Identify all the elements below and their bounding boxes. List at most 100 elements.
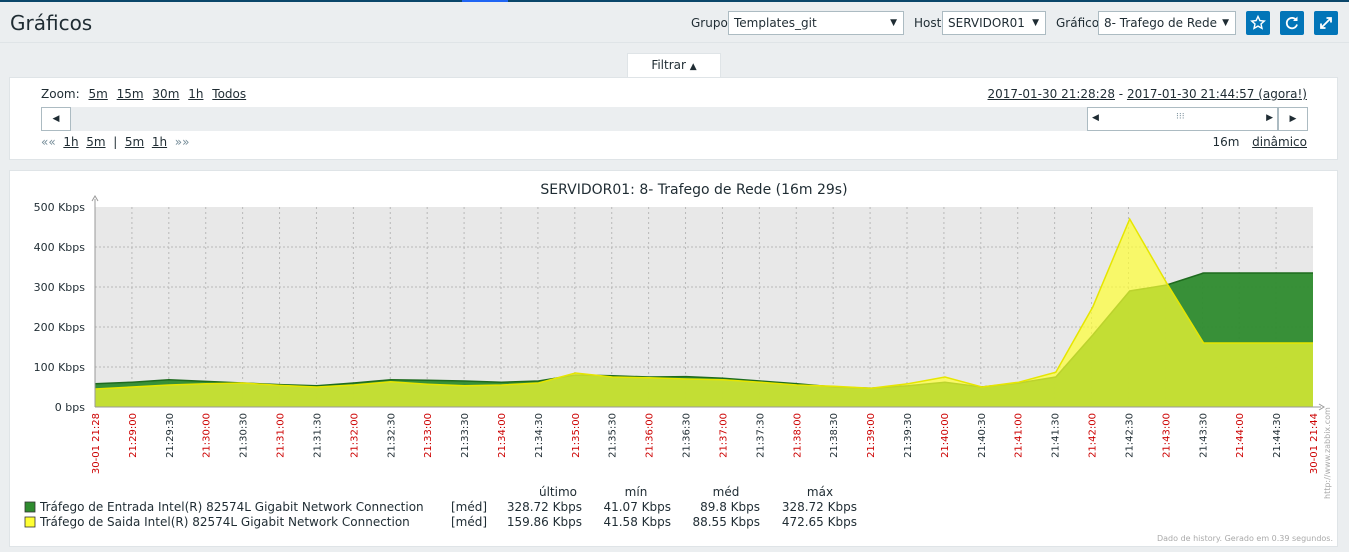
x-tick-label: 21:40:00 bbox=[940, 413, 951, 458]
grip-icon: ⁝⁝⁝ bbox=[1176, 112, 1185, 122]
x-tick-label: 30-01 21:28 bbox=[91, 413, 102, 474]
dynamic-link[interactable]: dinâmico bbox=[1252, 135, 1307, 149]
x-tick-label: 21:35:30 bbox=[608, 413, 619, 458]
nav-back-1h-link[interactable]: 1h bbox=[63, 135, 78, 149]
grupo-label: Grupo bbox=[691, 16, 728, 30]
scroll-right-button[interactable]: ▶ bbox=[1278, 107, 1308, 131]
x-tick-label: 21:43:00 bbox=[1161, 413, 1172, 458]
legend-value: 88.55 Kbps bbox=[692, 515, 760, 529]
nav-forward-1h-link[interactable]: 1h bbox=[152, 135, 167, 149]
page-title: Gráficos bbox=[10, 11, 93, 35]
zoom-label: Zoom: bbox=[41, 87, 80, 101]
header-divider bbox=[0, 42, 1349, 43]
grafico-select-value: 8- Trafego de Rede bbox=[1104, 16, 1218, 30]
y-tick-label: 300 Kbps bbox=[34, 281, 86, 294]
graph-panel: SERVIDOR01: 8- Trafego de Rede (16m 29s)… bbox=[9, 170, 1338, 547]
filter-tab-label: Filtrar bbox=[651, 58, 686, 72]
legend-header: máx bbox=[807, 485, 833, 499]
x-tick-label: 21:35:00 bbox=[571, 413, 582, 458]
x-tick-label: 21:32:30 bbox=[386, 413, 397, 458]
x-tick-label: 21:44:00 bbox=[1235, 413, 1246, 458]
x-tick-label: 21:37:00 bbox=[718, 413, 729, 458]
x-tick-label: 21:33:30 bbox=[460, 413, 471, 458]
legend-value: 328.72 Kbps bbox=[507, 500, 582, 514]
host-select[interactable]: SERVIDOR01 ▼ bbox=[942, 11, 1046, 35]
period-scrollbar[interactable]: ◀ ◀ ⁝⁝⁝ ▶ ▶ bbox=[41, 107, 1308, 131]
x-tick-label: 21:34:00 bbox=[497, 413, 508, 458]
thumb-left-handle-icon[interactable]: ◀ bbox=[1092, 113, 1099, 123]
grupo-select-value: Templates_git bbox=[734, 16, 817, 30]
filter-panel: Zoom: 5m 15m 30m 1h Todos 2017-01-30 21:… bbox=[9, 77, 1338, 160]
nav-forward-far[interactable]: »» bbox=[175, 135, 190, 149]
period-nav-row: «« 1h 5m | 5m 1h »» bbox=[41, 135, 189, 149]
x-tick-label: 21:43:30 bbox=[1198, 413, 1209, 458]
favourite-button[interactable] bbox=[1246, 11, 1270, 35]
fullscreen-button[interactable] bbox=[1314, 11, 1338, 35]
chevron-down-icon: ▼ bbox=[1032, 18, 1039, 28]
x-tick-label: 30-01 21:44 bbox=[1309, 413, 1320, 474]
x-tick-label: 21:36:00 bbox=[645, 413, 656, 458]
caret-up-icon: ▲ bbox=[689, 62, 697, 72]
arrow-right-icon: ▶ bbox=[1289, 114, 1297, 124]
host-select-value: SERVIDOR01 bbox=[948, 16, 1025, 30]
legend-series-name: Tráfego de Saida Intel(R) 82574L Gigabit… bbox=[39, 515, 410, 529]
footer-note: Dado de history. Gerado em 0.39 segundos… bbox=[1157, 534, 1333, 543]
nav-forward-5m-link[interactable]: 5m bbox=[125, 135, 144, 149]
x-tick-label: 21:39:30 bbox=[903, 413, 914, 458]
legend-header: méd bbox=[713, 485, 740, 499]
thumb-right-handle-icon[interactable]: ▶ bbox=[1266, 113, 1273, 123]
refresh-button[interactable] bbox=[1280, 11, 1304, 35]
period-length: 16m bbox=[1212, 135, 1240, 149]
zoom-row: Zoom: 5m 15m 30m 1h Todos bbox=[41, 87, 246, 101]
legend-header: último bbox=[539, 485, 577, 499]
x-tick-label: 21:41:30 bbox=[1051, 413, 1062, 458]
x-tick-label: 21:36:30 bbox=[682, 413, 693, 458]
legend-value: 328.72 Kbps bbox=[782, 500, 857, 514]
y-tick-label: 400 Kbps bbox=[34, 241, 86, 254]
x-tick-label: 21:33:00 bbox=[423, 413, 434, 458]
expand-icon bbox=[1320, 17, 1332, 29]
x-tick-label: 21:42:30 bbox=[1124, 413, 1135, 458]
x-tick-label: 21:39:00 bbox=[866, 413, 877, 458]
scroll-thumb[interactable]: ◀ ⁝⁝⁝ ▶ bbox=[1087, 107, 1278, 131]
chevron-down-icon: ▼ bbox=[1222, 18, 1229, 28]
zoom-1h-link[interactable]: 1h bbox=[188, 87, 203, 101]
zoom-15m-link[interactable]: 15m bbox=[117, 87, 144, 101]
x-tick-label: 21:40:30 bbox=[977, 413, 988, 458]
filter-tab[interactable]: Filtrar ▲ bbox=[627, 53, 721, 78]
page-header: Gráficos Grupo Templates_git ▼ Host SERV… bbox=[0, 2, 1349, 43]
arrow-left-icon: ◀ bbox=[52, 114, 60, 124]
legend-type: [méd] bbox=[451, 515, 487, 529]
watermark: http://www.zabbix.com bbox=[1323, 407, 1332, 499]
period-from-link[interactable]: 2017-01-30 21:28:28 bbox=[988, 87, 1115, 101]
zoom-all-link[interactable]: Todos bbox=[212, 87, 246, 101]
legend-series-name: Tráfego de Entrada Intel(R) 82574L Gigab… bbox=[39, 500, 424, 514]
graph-title: SERVIDOR01: 8- Trafego de Rede (16m 29s) bbox=[540, 182, 847, 198]
host-label: Host bbox=[914, 16, 942, 30]
nav-separator: | bbox=[113, 135, 118, 149]
graph-svg[interactable]: SERVIDOR01: 8- Trafego de Rede (16m 29s)… bbox=[10, 171, 1339, 548]
legend-value: 89.8 Kbps bbox=[700, 500, 760, 514]
x-tick-label: 21:31:30 bbox=[312, 413, 323, 458]
zoom-30m-link[interactable]: 30m bbox=[152, 87, 179, 101]
period-separator: - bbox=[1114, 87, 1127, 101]
x-tick-label: 21:31:00 bbox=[276, 413, 287, 458]
nav-back-far[interactable]: «« bbox=[41, 135, 56, 149]
nav-back-5m-link[interactable]: 5m bbox=[86, 135, 105, 149]
legend-value: 41.58 Kbps bbox=[603, 515, 671, 529]
y-tick-label: 500 Kbps bbox=[34, 201, 86, 214]
x-tick-label: 21:38:30 bbox=[829, 413, 840, 458]
x-tick-label: 21:30:00 bbox=[202, 413, 213, 458]
x-tick-label: 21:41:00 bbox=[1014, 413, 1025, 458]
y-tick-label: 200 Kbps bbox=[34, 321, 86, 334]
grafico-select[interactable]: 8- Trafego de Rede ▼ bbox=[1098, 11, 1236, 35]
legend-swatch bbox=[24, 501, 36, 513]
scroll-left-button[interactable]: ◀ bbox=[41, 107, 71, 131]
period-range: 2017-01-30 21:28:28 - 2017-01-30 21:44:5… bbox=[988, 87, 1307, 101]
period-to-link[interactable]: 2017-01-30 21:44:57 (agora!) bbox=[1127, 87, 1307, 101]
star-icon bbox=[1250, 15, 1266, 30]
zoom-5m-link[interactable]: 5m bbox=[88, 87, 107, 101]
x-tick-label: 21:29:00 bbox=[128, 413, 139, 458]
grupo-select[interactable]: Templates_git ▼ bbox=[728, 11, 904, 35]
chevron-down-icon: ▼ bbox=[890, 18, 897, 28]
